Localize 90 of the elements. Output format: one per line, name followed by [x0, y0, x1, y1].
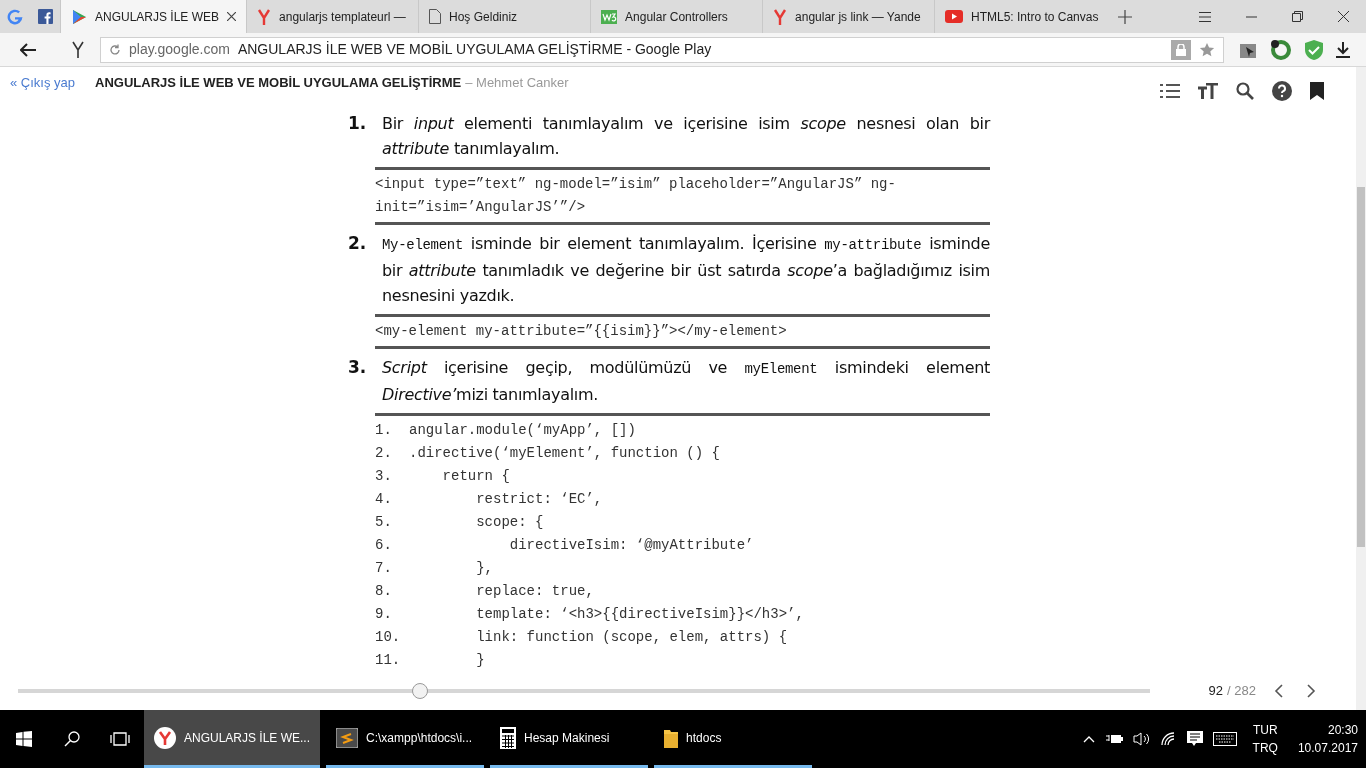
- play-triangle-icon: [71, 8, 87, 25]
- y-letter-icon: [773, 8, 788, 25]
- step-number: 1.: [348, 112, 368, 135]
- extension-badge-icon[interactable]: [1270, 38, 1292, 61]
- menu-icon[interactable]: [1199, 11, 1211, 22]
- code-line: .directive(‘myElement’, function () {: [409, 444, 720, 463]
- line-number: 5.: [375, 513, 393, 532]
- code-line: return {: [441, 467, 510, 486]
- search-icon[interactable]: [64, 731, 80, 747]
- windows-start-icon[interactable]: [16, 731, 32, 747]
- task-view-icon[interactable]: [110, 732, 130, 746]
- language-indicator[interactable]: TUR: [1252, 721, 1278, 739]
- star-icon[interactable]: [1199, 41, 1215, 58]
- next-page-icon[interactable]: [1307, 684, 1316, 698]
- url-domain: play.google.com: [129, 40, 230, 59]
- code-line: },: [475, 559, 493, 578]
- taskbar-app[interactable]: ANGULARJS İLE WE...: [144, 710, 321, 768]
- clock-time[interactable]: 20:30: [1327, 721, 1358, 739]
- step-number: 2.: [348, 232, 368, 255]
- code-line: init=”isim=’AngularJS’”/>: [375, 198, 586, 217]
- line-number: 3.: [375, 467, 393, 486]
- minimize-icon[interactable]: [1245, 15, 1257, 18]
- close-icon[interactable]: [1337, 11, 1349, 22]
- y-logo-icon: [154, 726, 176, 749]
- address-bar[interactable]: play.google.com ANGULARJS İLE WEB VE MOBİL UYGULAMA GELİŞTİRME - Google Play: [100, 36, 1224, 63]
- code-line: }: [475, 651, 485, 670]
- back-arrow-icon[interactable]: [20, 42, 36, 57]
- step-text: Bir input elementi tanımlayalım ve içerisine isim scope nesnesi olan bir attribute tanımlayalım.: [382, 113, 990, 160]
- step-number: 3.: [348, 356, 368, 379]
- bookmark-icon[interactable]: [1310, 82, 1324, 100]
- line-number: 1.: [375, 421, 393, 440]
- reload-icon: [109, 43, 121, 56]
- author-name: – Mehmet Canker: [465, 74, 569, 92]
- step-text: Script içerisine geçip, modülümüzü ve myElement ismindeki element Directive’mizi tanımlayalım.: [382, 357, 990, 406]
- slider-thumb[interactable]: [411, 683, 428, 699]
- scrollbar-thumb[interactable]: [1357, 187, 1365, 547]
- clock-date[interactable]: 10.07.2017: [1297, 739, 1358, 757]
- facebook-icon: [37, 9, 53, 24]
- wifi-icon[interactable]: [1160, 732, 1177, 746]
- volume-icon[interactable]: [1132, 732, 1151, 746]
- video-play-icon: [945, 10, 964, 23]
- code-line: directiveIsim: ‘@myAttribute’: [508, 536, 754, 555]
- line-number: 8.: [375, 582, 393, 601]
- current-page: 92: [1208, 682, 1224, 701]
- calculator-icon: [500, 726, 517, 749]
- code-line: <input type=”text” ng-model=”isim” placeholder=”AngularJS” ng-: [375, 175, 896, 194]
- line-number: 10.: [375, 628, 402, 647]
- search-icon[interactable]: [1236, 82, 1254, 100]
- previous-page-icon[interactable]: [1274, 684, 1283, 698]
- code-line: <my-element my-attribute=”{{isim}}”></my-element>: [375, 322, 787, 341]
- total-pages: / 282: [1227, 682, 1256, 701]
- shield-icon[interactable]: [1304, 38, 1324, 61]
- restore-icon[interactable]: [1291, 11, 1303, 22]
- folder-icon: [664, 727, 679, 748]
- battery-plug-icon[interactable]: [1104, 733, 1123, 745]
- help-icon[interactable]: [1272, 81, 1292, 101]
- code-line: template: ‘<h3>{{directiveIsim}}</h3>’,: [475, 605, 804, 624]
- line-number: 11.: [375, 651, 402, 670]
- page-slider[interactable]: [18, 682, 1150, 700]
- scrollbar[interactable]: [1356, 67, 1366, 710]
- line-number: 6.: [375, 536, 393, 555]
- code-line: replace: true,: [475, 582, 594, 601]
- code-line: restrict: ‘EC’,: [475, 490, 603, 509]
- line-number: 4.: [375, 490, 393, 509]
- line-number: 2.: [375, 444, 393, 463]
- keyboard-icon[interactable]: [1212, 732, 1237, 746]
- code-line: angular.module(‘myApp’, []): [409, 421, 636, 440]
- w3-icon: [601, 9, 618, 24]
- step-text: My-element isminde bir element tanımlayalım. İçerisine my-attribute isminde bir attribute tanımladık ve değerine bir üst satırda scope’a bağladığımız isim nesnesini yazdık.: [382, 233, 990, 307]
- line-number: 9.: [375, 605, 393, 624]
- browser-tab[interactable]: ANGULARJS İLE WEB: [60, 0, 247, 33]
- chevron-up-icon[interactable]: [1082, 735, 1095, 743]
- page-title: ANGULARJS İLE WEB VE MOBİL UYGULAMA GELİŞTİRME - Google Play: [237, 40, 713, 59]
- line-number: 7.: [375, 559, 393, 578]
- book-title: ANGULARJS İLE WEB VE MOBİL UYGULAMA GELİŞTİRME: [95, 74, 462, 92]
- close-icon: [227, 12, 237, 21]
- download-icon[interactable]: [1336, 41, 1350, 58]
- language-indicator[interactable]: TRQ: [1252, 739, 1278, 757]
- google-g-icon: [7, 8, 23, 25]
- s-logo-icon: [336, 727, 359, 748]
- y-logo-icon[interactable]: [72, 40, 84, 59]
- logout-link[interactable]: « Çıkış yap: [10, 73, 76, 93]
- y-letter-icon: [257, 8, 272, 25]
- list-icon[interactable]: [1160, 84, 1180, 98]
- new-tab-icon[interactable]: [1118, 9, 1133, 24]
- page-icon: [429, 9, 442, 24]
- notification-icon[interactable]: [1186, 731, 1203, 747]
- text-size-icon[interactable]: [1198, 83, 1218, 99]
- code-line: scope: {: [475, 513, 544, 532]
- code-line: link: function (scope, elem, attrs) {: [475, 628, 788, 647]
